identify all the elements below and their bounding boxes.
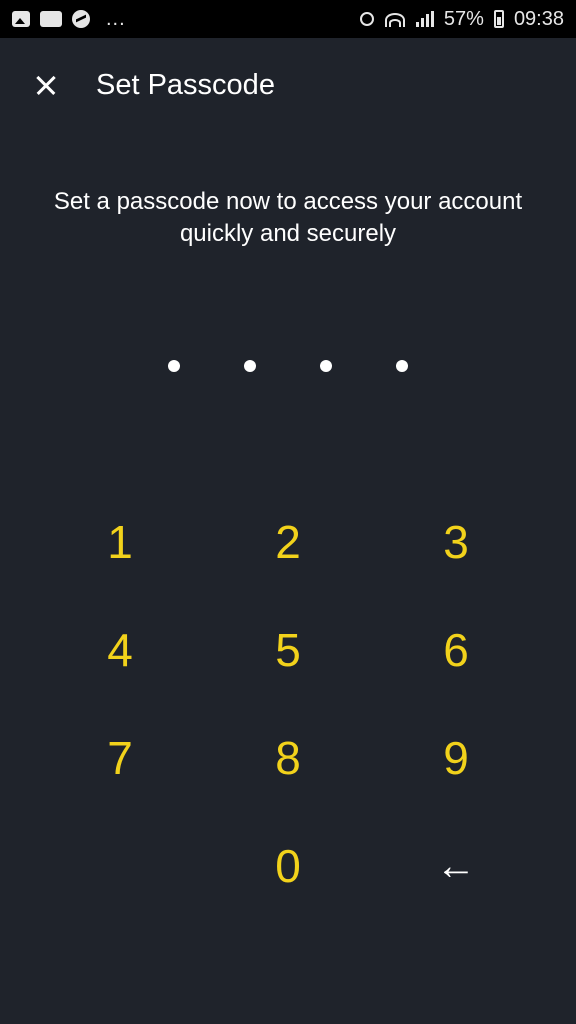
number-keypad: 1 2 3 4 5 6 7 8 9 0 ←	[36, 488, 540, 920]
app-icon	[40, 11, 62, 27]
page-title: Set Passcode	[96, 68, 275, 101]
close-button[interactable]	[26, 65, 66, 105]
key-9[interactable]: 9	[372, 704, 540, 812]
status-right: 57% 09:38	[359, 7, 564, 31]
picture-icon	[12, 11, 30, 27]
key-6[interactable]: 6	[372, 596, 540, 704]
passcode-indicator	[0, 356, 576, 376]
battery-percent: 57%	[443, 7, 484, 30]
key-2[interactable]: 2	[204, 488, 372, 596]
key-4[interactable]: 4	[36, 596, 204, 704]
backspace-button[interactable]: ←	[372, 812, 540, 920]
messenger-icon	[72, 10, 90, 28]
app-bar: Set Passcode	[0, 38, 576, 132]
signal-icon	[415, 11, 434, 27]
passcode-dot	[168, 360, 180, 372]
passcode-dot	[244, 360, 256, 372]
passcode-dot	[396, 360, 408, 372]
status-left: ...	[12, 9, 126, 29]
more-notifications-icon: ...	[106, 8, 126, 30]
wifi-icon	[384, 11, 406, 27]
alarm-icon	[359, 12, 374, 26]
instruction-text: Set a passcode now to access your accoun…	[53, 188, 523, 247]
key-1[interactable]: 1	[36, 488, 204, 596]
key-7[interactable]: 7	[36, 704, 204, 812]
key-8[interactable]: 8	[204, 704, 372, 812]
key-0[interactable]: 0	[204, 812, 372, 920]
key-3[interactable]: 3	[372, 488, 540, 596]
passcode-dot	[320, 360, 332, 372]
clock: 09:38	[513, 7, 564, 30]
key-empty	[36, 812, 204, 920]
status-bar: ... 57% 09:38	[0, 0, 576, 38]
key-5[interactable]: 5	[204, 596, 372, 704]
battery-icon	[493, 10, 504, 28]
